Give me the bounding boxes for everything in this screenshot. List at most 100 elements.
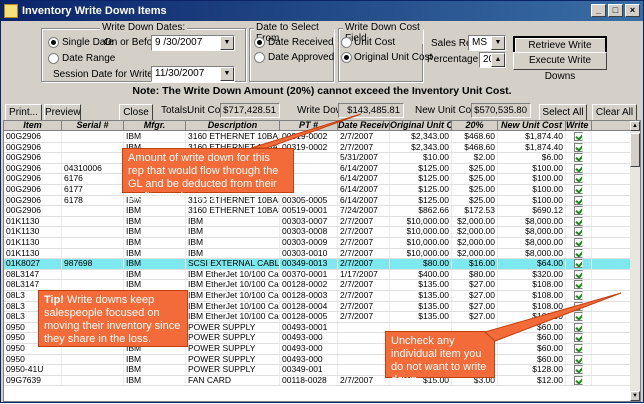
- table-row[interactable]: 00G2906IBM3160 ETHERNET 10BASE200319-000…: [4, 132, 632, 143]
- table-row[interactable]: 00G290604310006IBM6/14/2007$125.00$25.00…: [4, 163, 632, 175]
- write-down-checkbox[interactable]: [574, 174, 583, 184]
- scroll-down-icon[interactable]: ▼: [630, 391, 640, 401]
- write-down-checkbox[interactable]: [574, 269, 583, 279]
- close-window-button[interactable]: ×: [625, 4, 640, 17]
- table-row[interactable]: 01K1130 IBM IBM 00303-0007 2/7/2007 $10,000.0…: [4, 216, 632, 228]
- table-row[interactable]: 01K1130 IBM IBM 00303-0009 2/7/2007 $10,000.0…: [4, 238, 632, 249]
- date-range-label: Date Range: [62, 53, 116, 64]
- col-header-item[interactable]: Item: [4, 121, 62, 131]
- cell-description: POWER SUPPLY: [186, 365, 280, 375]
- col-header-date-received[interactable]: Date Received: [338, 121, 390, 131]
- original-unit-cost-label: Original Unit Cost: [354, 52, 433, 63]
- date-combo[interactable]: 9 /30/2007 ▼: [151, 35, 235, 51]
- cell-pt: 00349-001: [280, 365, 338, 375]
- date-received-radio[interactable]: [254, 37, 265, 48]
- cell-date-received: [338, 344, 390, 354]
- col-header-serial[interactable]: Serial #: [62, 121, 124, 131]
- table-row[interactable]: 01K1130 IBM IBM 00303-0008 2/7/2007 $10,000.0…: [4, 227, 632, 238]
- minimize-button[interactable]: _: [591, 4, 606, 17]
- cell-write-down-pct: $25.00: [452, 195, 498, 206]
- write-down-checkbox[interactable]: [574, 365, 583, 375]
- cell-mfgr: IBM: [124, 269, 186, 280]
- table-row[interactable]: 0950 IBMPOWER SUPPLY00493-000 $60.00: [4, 354, 632, 366]
- write-down-checkbox[interactable]: [574, 333, 583, 343]
- write-down-checkbox[interactable]: [574, 248, 583, 258]
- write-down-checkbox[interactable]: [574, 312, 583, 322]
- cell-new-unit-cost: $108.00: [498, 291, 566, 301]
- table-row[interactable]: 00G2906IBM3160 ETHERNET 10BASE200319-000…: [4, 142, 632, 154]
- table-row[interactable]: 01K8027987698IBMSCSI EXTERNAL CABLE - 68…: [4, 259, 632, 270]
- session-date-combo[interactable]: 11/30/2007 ▼: [151, 66, 235, 82]
- sales-rep-combo[interactable]: MS ▼: [468, 35, 506, 51]
- col-header-new-unit-cost[interactable]: New Unit Cost: [498, 121, 566, 131]
- write-down-checkbox[interactable]: [574, 132, 583, 141]
- write-down-checkbox[interactable]: [574, 375, 583, 385]
- col-header-mfgr[interactable]: Mfgr.: [124, 121, 186, 131]
- table-row[interactable]: 00G29066178IBM3160 ETHERNET 10BASE200305…: [4, 195, 632, 207]
- scroll-up-icon[interactable]: ▲: [630, 121, 640, 131]
- cell-write-down-pct: $468.60: [452, 142, 498, 153]
- stepper-arrows-icon[interactable]: ▲: [491, 53, 505, 67]
- scroll-thumb[interactable]: [630, 133, 640, 167]
- write-down-checkbox[interactable]: [574, 206, 583, 216]
- single-date-radio[interactable]: [48, 37, 59, 48]
- original-unit-cost-radio[interactable]: [341, 52, 352, 63]
- maximize-button[interactable]: □: [608, 4, 623, 17]
- write-down-checkbox[interactable]: [574, 163, 583, 173]
- cell-new-unit-cost: $8,000.00: [498, 216, 566, 227]
- write-down-checkbox[interactable]: [574, 322, 583, 332]
- write-down-checkbox[interactable]: [574, 280, 583, 290]
- write-down-checkbox[interactable]: [574, 354, 583, 364]
- table-row[interactable]: 00G2906 IBM3160 ETHERNET 10BASE200519-000…: [4, 206, 632, 217]
- table-row[interactable]: 01K1130 IBM IBM 00303-0010 2/7/2007 $10,000.0…: [4, 248, 632, 260]
- cell-serial: 6178: [62, 195, 124, 206]
- write-down-checkbox[interactable]: [574, 291, 583, 300]
- chevron-down-icon[interactable]: ▼: [220, 36, 234, 50]
- unit-cost-radio[interactable]: [341, 37, 352, 48]
- col-header-pt[interactable]: PT #: [280, 121, 338, 131]
- date-approved-radio[interactable]: [254, 52, 265, 63]
- write-down-checkbox[interactable]: [574, 344, 583, 353]
- col-header-description[interactable]: Description: [186, 121, 280, 131]
- cell-write-down-pct: $468.60: [452, 132, 498, 142]
- cell-pt: 00493-000: [280, 333, 338, 343]
- write-down-checkbox[interactable]: [574, 195, 583, 205]
- cell-original-unit-cost: $10,000.00: [390, 227, 452, 237]
- execute-button[interactable]: Execute Write Downs: [513, 52, 607, 82]
- cell-mfgr: IBM: [124, 227, 186, 237]
- items-grid[interactable]: Item Serial # Mfgr. Description PT # Date Rec…: [3, 120, 641, 402]
- write-down-checkbox[interactable]: [574, 216, 583, 226]
- col-header-write-down-check[interactable]: Write Dow: [566, 121, 592, 131]
- percentage-stepper[interactable]: 20 ▲: [479, 52, 506, 68]
- table-row[interactable]: 00G29066176IBM6/14/2007$125.00$25.00$100…: [4, 174, 632, 185]
- write-down-checkbox[interactable]: [574, 153, 583, 163]
- cell-pt: 00128-0002: [280, 280, 338, 290]
- table-row[interactable]: 0950-41U IBM POWER SUPPLY 00349-001 $128.00: [4, 365, 632, 376]
- write-down-checkbox[interactable]: [574, 259, 583, 269]
- chevron-down-icon[interactable]: ▼: [220, 67, 234, 81]
- cell-description: POWER SUPPLY: [186, 354, 280, 365]
- table-row[interactable]: 00G29066177IBM6/14/2007$125.00$25.00$100…: [4, 185, 632, 196]
- col-header-original-unit-cost[interactable]: Original Unit Co: [390, 121, 452, 131]
- date-range-radio[interactable]: [48, 53, 59, 64]
- table-row[interactable]: 00G2906IBM5/31/2007$10.00$2.00$6.00: [4, 153, 632, 164]
- col-header-write-down-pct[interactable]: 20%: [452, 121, 498, 131]
- write-down-checkbox[interactable]: [574, 185, 583, 194]
- table-row[interactable]: 08L3147 IBMIBM EtherJet 10/100 CardBus003…: [4, 269, 632, 281]
- cell-write-down-pct: $25.00: [452, 174, 498, 184]
- write-down-checkbox[interactable]: [574, 301, 583, 311]
- write-down-checkbox[interactable]: [574, 227, 583, 237]
- cell-mfgr: IBM: [124, 280, 186, 290]
- cell-date-received: 2/7/2007: [338, 312, 390, 322]
- chevron-down-icon[interactable]: ▼: [491, 36, 505, 50]
- cell-serial: [62, 132, 124, 142]
- cell-original-unit-cost: $125.00: [390, 185, 452, 195]
- table-row[interactable]: 09G7639 IBM FAN CARD 00118-0028 2/7/2007 $15.…: [4, 375, 632, 387]
- cell-item: 01K1130: [4, 227, 62, 237]
- vertical-scrollbar[interactable]: ▲ ▼: [630, 121, 640, 401]
- cell-original-unit-cost: $80.00: [390, 259, 452, 269]
- cell-new-unit-cost: $100.00: [498, 185, 566, 195]
- write-down-checkbox[interactable]: [574, 142, 583, 152]
- cell-serial: [62, 206, 124, 216]
- write-down-checkbox[interactable]: [574, 238, 583, 247]
